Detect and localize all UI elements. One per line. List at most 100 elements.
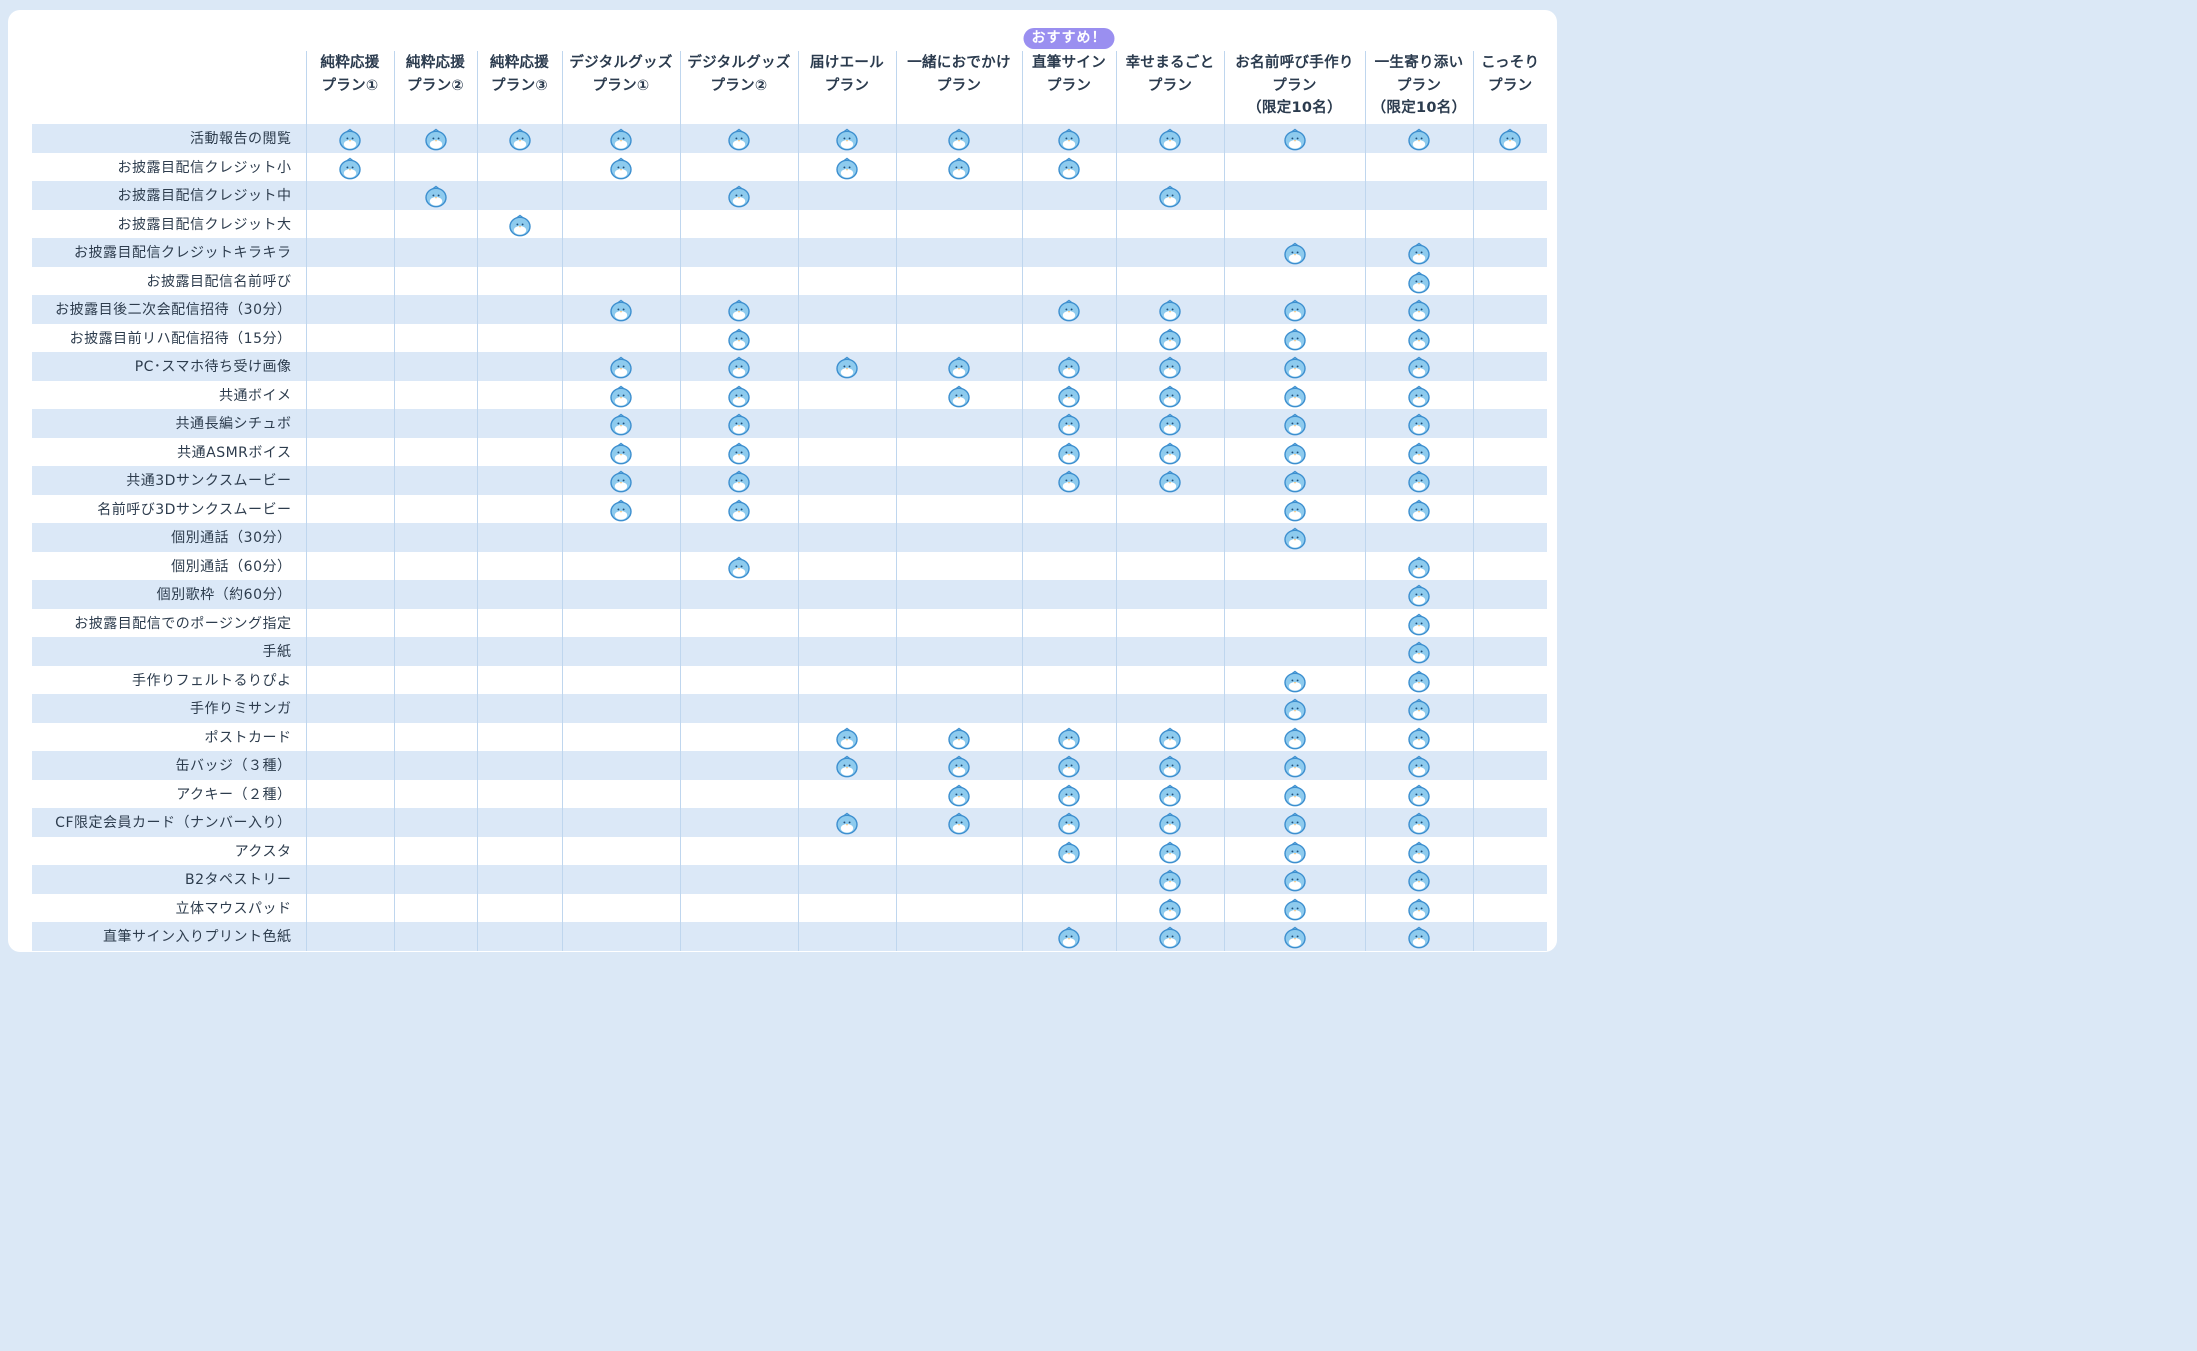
availability-cell [476, 266, 562, 295]
feature-label: お披露目後二次会配信招待（30分） [32, 295, 306, 324]
availability-cell [393, 181, 477, 210]
bird-mascot-icon [1159, 841, 1181, 864]
availability-cell [797, 295, 896, 324]
availability-cell [679, 209, 798, 238]
plan-header-11: 一生寄り添い プラン （限定10名） [1364, 51, 1473, 124]
bird-mascot-icon [836, 727, 858, 750]
feature-label: 個別通話（60分） [32, 551, 306, 580]
availability-cell [1472, 437, 1547, 466]
plan-name: 純粋応援 プラン② [405, 55, 466, 94]
header-corner [32, 51, 306, 124]
bird-mascot-icon [1058, 442, 1080, 465]
plan-header-7: 一緒におでかけ プラン [895, 51, 1022, 124]
availability-cell [679, 409, 798, 438]
availability-cell [797, 323, 896, 352]
availability-cell [561, 665, 680, 694]
recommended-badge: おすすめ！ [1023, 28, 1115, 49]
feature-label: 手紙 [32, 637, 306, 666]
bird-mascot-icon [1058, 413, 1080, 436]
availability-cell [679, 865, 798, 894]
availability-cell [1364, 580, 1473, 609]
availability-cell [1364, 893, 1473, 922]
availability-cell [1223, 551, 1365, 580]
availability-cell [561, 124, 680, 153]
availability-cell [895, 580, 1022, 609]
availability-cell [1021, 751, 1116, 780]
availability-cell [561, 694, 680, 723]
availability-cell [561, 922, 680, 951]
availability-cell [393, 637, 477, 666]
feature-label: 手作りミサンガ [32, 694, 306, 723]
availability-cell [1364, 608, 1473, 637]
bird-mascot-icon [1058, 812, 1080, 835]
plan-header-2: 純粋応援 プラン② [393, 51, 477, 124]
availability-cell [797, 722, 896, 751]
availability-cell [1472, 665, 1547, 694]
availability-cell [476, 865, 562, 894]
feature-label: アクスタ [32, 836, 306, 865]
bird-mascot-icon [948, 157, 970, 180]
bird-mascot-icon [1058, 157, 1080, 180]
availability-cell [1021, 580, 1116, 609]
availability-cell [679, 380, 798, 409]
availability-cell [1472, 494, 1547, 523]
bird-mascot-icon [1159, 869, 1181, 892]
availability-cell [797, 580, 896, 609]
bird-mascot-icon [728, 442, 750, 465]
plan-name: 一緒におでかけ プラン [907, 55, 1011, 94]
availability-cell [561, 352, 680, 381]
availability-cell [1115, 352, 1224, 381]
bird-mascot-icon [1408, 356, 1430, 379]
table-row: 個別通話（60分） [32, 551, 1547, 580]
availability-cell [895, 808, 1022, 837]
availability-cell [1115, 922, 1224, 951]
bird-mascot-icon [610, 128, 632, 151]
availability-cell [393, 409, 477, 438]
availability-cell [305, 637, 394, 666]
availability-cell [1223, 124, 1365, 153]
availability-cell [895, 779, 1022, 808]
feature-label: お披露目配信クレジットキラキラ [32, 238, 306, 267]
availability-cell [1223, 266, 1365, 295]
availability-cell [895, 466, 1022, 495]
availability-cell [305, 380, 394, 409]
bird-mascot-icon [1408, 442, 1430, 465]
availability-cell [1364, 694, 1473, 723]
availability-cell [1021, 323, 1116, 352]
bird-mascot-icon [1159, 812, 1181, 835]
table-row: 共通3Dサンクスムービー [32, 466, 1547, 495]
availability-cell [476, 409, 562, 438]
availability-cell [1364, 380, 1473, 409]
availability-cell [561, 836, 680, 865]
availability-cell [1472, 152, 1547, 181]
availability-cell [305, 209, 394, 238]
feature-label: 名前呼び3Dサンクスムービー [32, 494, 306, 523]
availability-cell [679, 494, 798, 523]
availability-cell [679, 580, 798, 609]
availability-cell [895, 922, 1022, 951]
availability-cell [393, 779, 477, 808]
availability-cell [393, 295, 477, 324]
bird-mascot-icon [1283, 527, 1306, 550]
availability-cell [1364, 152, 1473, 181]
availability-cell [679, 466, 798, 495]
plan-name: 幸せまるごと プラン [1125, 55, 1215, 94]
availability-cell [305, 665, 394, 694]
availability-cell [1364, 865, 1473, 894]
bird-mascot-icon [1283, 755, 1306, 778]
availability-cell [476, 637, 562, 666]
availability-cell [305, 751, 394, 780]
availability-cell [1223, 352, 1365, 381]
bird-mascot-icon [728, 385, 750, 408]
table-row: 活動報告の閲覧 [32, 124, 1547, 153]
availability-cell [1021, 209, 1116, 238]
bird-mascot-icon [1058, 385, 1080, 408]
availability-cell [476, 836, 562, 865]
table-row: 共通ASMRボイス [32, 437, 1547, 466]
table-row: ポストカード [32, 722, 1547, 751]
availability-cell [1223, 808, 1365, 837]
bird-mascot-icon [948, 128, 970, 151]
availability-cell [305, 181, 394, 210]
availability-cell [895, 551, 1022, 580]
bird-mascot-icon [1408, 898, 1430, 921]
